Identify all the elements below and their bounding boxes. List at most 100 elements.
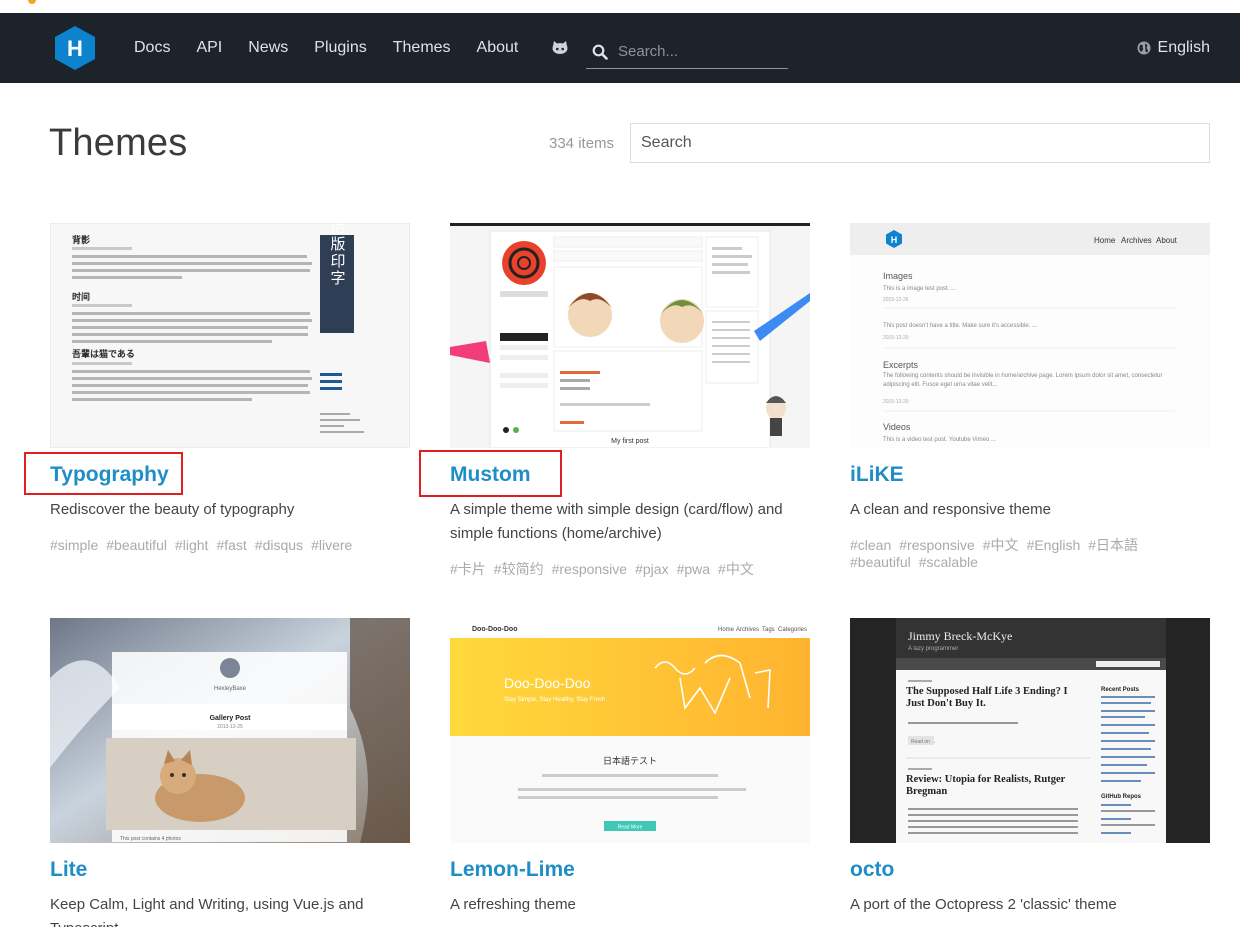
lemon-nav-categories: Categories bbox=[778, 627, 807, 633]
nav-link-news[interactable]: News bbox=[248, 39, 288, 57]
theme-card-typography: 背影 时间 吾輩は猫である 活版印字 Typography Typography… bbox=[50, 223, 410, 563]
nav-search-input[interactable] bbox=[618, 43, 778, 60]
lemon-brand: Doo-Doo-Doo bbox=[472, 626, 517, 633]
search-icon bbox=[592, 44, 608, 60]
tag[interactable]: #fast bbox=[216, 537, 246, 553]
nav-link-plugins[interactable]: Plugins bbox=[314, 39, 366, 57]
theme-thumbnail-lite[interactable]: HexleyBaxe Gallery Post 2013-12-25 This … bbox=[50, 618, 410, 843]
ilike-post-4-title: Videos bbox=[883, 422, 911, 432]
theme-thumbnail-mustom[interactable]: My first post bbox=[450, 223, 810, 448]
tag[interactable]: #pjax bbox=[635, 561, 668, 577]
theme-card-octo: Jimmy Breck-McKye A lazy programmer The … bbox=[850, 618, 1210, 927]
theme-desc-typography: Rediscover the beauty of typography bbox=[50, 501, 295, 518]
tag[interactable]: #较简约 bbox=[494, 561, 544, 577]
theme-desc-lemon-lime: A refreshing theme bbox=[450, 896, 576, 913]
ilike-post-4-excerpt: This is a video test post. Youtube Vimeo… bbox=[883, 437, 996, 443]
lite-post-title: Gallery Post bbox=[210, 715, 252, 722]
lemon-lime-preview: Doo-Doo-Doo Home Archives Tags Categorie… bbox=[450, 618, 810, 843]
lite-blog-name: HexleyBaxe bbox=[214, 686, 247, 692]
theme-desc-mustom: A simple theme with simple design (card/… bbox=[450, 501, 783, 542]
typo-vertical-subtitle: Typography bbox=[345, 235, 355, 283]
theme-search-input[interactable] bbox=[630, 123, 1210, 163]
theme-card-mustom: My first post Mustom A simple theme with… bbox=[450, 223, 810, 583]
tag[interactable]: #livere bbox=[311, 537, 352, 553]
tag[interactable]: #中文 bbox=[718, 561, 754, 577]
ilike-post-3-title: Excerpts bbox=[883, 360, 919, 370]
highlight-box-typography bbox=[24, 452, 183, 495]
theme-thumbnail-ilike[interactable]: H Home Archives About Images This is a i… bbox=[850, 223, 1210, 448]
typo-vertical-title: 活版印字 bbox=[329, 223, 346, 287]
lemon-hero-title: Doo-Doo-Doo bbox=[504, 675, 591, 691]
github-icon[interactable] bbox=[551, 40, 569, 56]
ilike-nav-home: Home bbox=[1094, 236, 1116, 245]
theme-thumbnail-octo[interactable]: Jimmy Breck-McKye A lazy programmer The … bbox=[850, 618, 1210, 843]
tag[interactable]: #disqus bbox=[255, 537, 303, 553]
mustom-caption: My first post bbox=[611, 438, 649, 445]
highlight-box-mustom bbox=[419, 450, 562, 497]
tag[interactable]: #English bbox=[1027, 537, 1081, 553]
tag[interactable]: #卡片 bbox=[450, 561, 486, 577]
tag[interactable]: #responsive bbox=[552, 561, 628, 577]
theme-count: 334 items bbox=[549, 135, 615, 152]
hexo-logo[interactable]: H bbox=[54, 25, 96, 71]
top-navbar: H Docs API News Plugins Themes About Eng… bbox=[0, 13, 1240, 83]
tag[interactable]: #responsive bbox=[899, 537, 975, 553]
theme-desc-octo: A port of the Octopress 2 'classic' them… bbox=[850, 896, 1117, 913]
nav-search-box[interactable] bbox=[586, 35, 788, 69]
ilike-post-1-title: Images bbox=[883, 271, 913, 281]
tab-indicator bbox=[28, 0, 36, 4]
octo-tagline: A lazy programmer bbox=[908, 646, 958, 652]
language-selector[interactable]: English bbox=[1137, 13, 1210, 83]
ilike-post-3-excerpt: The following contents should be invisib… bbox=[883, 373, 1163, 388]
theme-title-ilike[interactable]: iLiKE bbox=[850, 463, 904, 487]
globe-icon bbox=[1137, 41, 1151, 55]
mustom-preview: My first post bbox=[450, 223, 810, 448]
theme-title-lemon-lime[interactable]: Lemon-Lime bbox=[450, 858, 575, 882]
lemon-nav-tags: Tags bbox=[762, 627, 775, 633]
octo-read-on: Read on → bbox=[911, 739, 936, 745]
lemon-hero-sub: Stay Simple, Stay Healthy, Stay Fresh bbox=[504, 697, 605, 703]
lemon-nav-archives: Archives bbox=[736, 627, 759, 633]
octo-preview: Jimmy Breck-McKye A lazy programmer The … bbox=[850, 618, 1210, 843]
theme-title-lite[interactable]: Lite bbox=[50, 858, 87, 882]
theme-thumbnail-lemon-lime[interactable]: Doo-Doo-Doo Home Archives Tags Categorie… bbox=[450, 618, 810, 843]
lemon-read-more: Read More bbox=[618, 825, 643, 831]
nav-link-themes[interactable]: Themes bbox=[393, 39, 451, 57]
octo-post-2: Review: Utopia for Realists, Rutger Breg… bbox=[906, 774, 1066, 797]
tag[interactable]: #scalable bbox=[919, 554, 978, 570]
ilike-post-2-date: 2015-12-25 bbox=[883, 335, 909, 341]
lite-post-date: 2013-12-25 bbox=[217, 724, 243, 730]
tag[interactable]: #日本語 bbox=[1088, 537, 1138, 553]
tag[interactable]: #clean bbox=[850, 537, 891, 553]
lemon-nav-home: Home bbox=[718, 627, 735, 633]
tag[interactable]: #beautiful bbox=[106, 537, 167, 553]
octo-sidebar-github: GitHub Repos bbox=[1101, 794, 1142, 800]
ilike-post-3-date: 2015-12-25 bbox=[883, 399, 909, 405]
nav-link-about[interactable]: About bbox=[477, 39, 519, 57]
octo-sidebar-recent: Recent Posts bbox=[1101, 687, 1140, 693]
theme-tags-ilike: #clean #responsive #中文 #English #日本語 #beautif… bbox=[850, 537, 1195, 571]
lite-footer: This post contains 4 photos bbox=[120, 836, 181, 842]
theme-card-ilike: H Home Archives About Images This is a i… bbox=[850, 223, 1210, 573]
theme-tags-typography: #simple #beautiful #light #fast #disqus #live… bbox=[50, 537, 395, 554]
tag[interactable]: #light bbox=[175, 537, 208, 553]
tag[interactable]: #pwa bbox=[677, 561, 710, 577]
tag[interactable]: #simple bbox=[50, 537, 98, 553]
theme-card-lite: HexleyBaxe Gallery Post 2013-12-25 This … bbox=[50, 618, 410, 927]
ilike-nav-about: About bbox=[1156, 236, 1178, 245]
browser-top-strip bbox=[0, 0, 1240, 13]
ilike-post-2-excerpt: This post doesn't have a title. Make sur… bbox=[883, 323, 1037, 329]
ilike-post-1-excerpt: This is a image test post. ... bbox=[883, 286, 956, 292]
ilike-nav-archives: Archives bbox=[1121, 236, 1152, 245]
tag[interactable]: #beautiful bbox=[850, 554, 911, 570]
theme-desc-lite: Keep Calm, Light and Writing, using Vue.… bbox=[50, 896, 364, 927]
theme-title-octo[interactable]: octo bbox=[850, 858, 894, 882]
nav-link-docs[interactable]: Docs bbox=[134, 39, 170, 57]
typo-section-2: 时间 bbox=[72, 291, 90, 302]
nav-link-api[interactable]: API bbox=[196, 39, 222, 57]
tag[interactable]: #中文 bbox=[983, 537, 1019, 553]
ilike-preview: H Home Archives About Images This is a i… bbox=[850, 223, 1210, 448]
typography-preview: 背影 时间 吾輩は猫である 活版印字 Typography bbox=[50, 223, 410, 448]
theme-thumbnail-typography[interactable]: 背影 时间 吾輩は猫である 活版印字 Typography bbox=[50, 223, 410, 448]
lite-preview: HexleyBaxe Gallery Post 2013-12-25 This … bbox=[50, 618, 410, 843]
